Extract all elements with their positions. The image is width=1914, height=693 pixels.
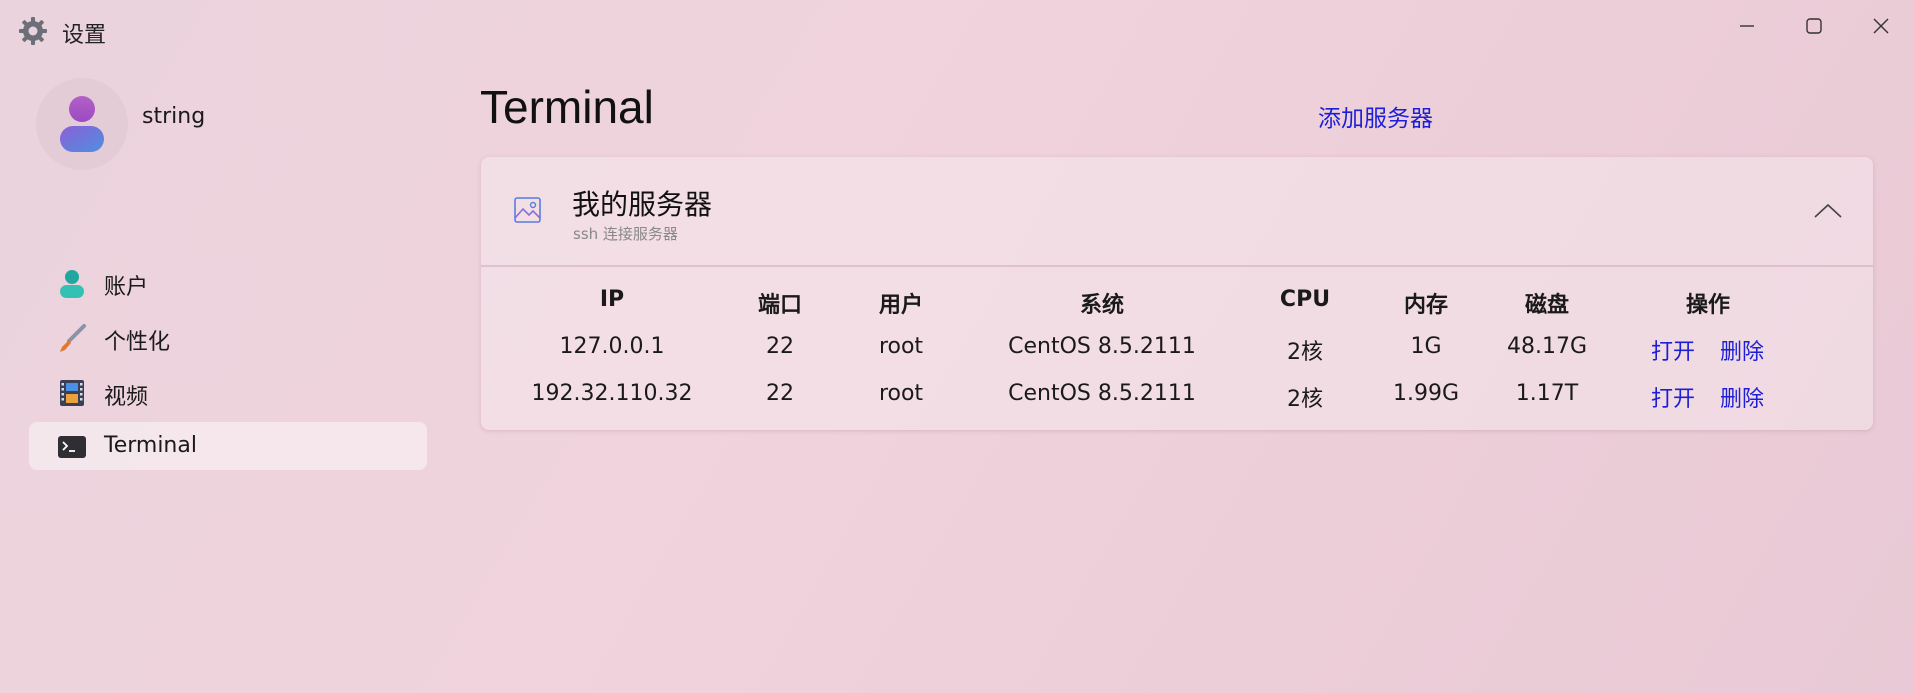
delete-link[interactable]: 删除 [1720,381,1764,413]
terminal-icon [57,432,87,462]
cell-os: CentOS 8.5.2111 [1008,334,1196,359]
open-link[interactable]: 打开 [1651,381,1695,413]
gear-icon [18,16,48,46]
maximize-button[interactable] [1786,8,1842,44]
sidebar-item-video[interactable]: 视频 [29,368,427,416]
column-header-user: 用户 [878,293,924,318]
cell-disk: 48.17G [1506,334,1588,359]
minimize-icon [1740,25,1754,27]
cell-memory: 1.99G [1392,381,1460,406]
column-header-port: 端口 [757,293,803,318]
sidebar-item-terminal[interactable]: Terminal [29,422,427,470]
title-bar: 设置 [0,0,1914,56]
maximize-icon [1806,18,1822,34]
delete-link[interactable]: 删除 [1720,334,1764,366]
column-header-ip: IP [599,287,625,312]
sidebar-item-label: Terminal [104,433,197,458]
card-title: 我的服务器 [572,188,713,221]
minimize-button[interactable] [1719,8,1775,44]
cell-cpu: 2核 [1287,340,1323,365]
close-icon [1873,18,1889,34]
person-icon [60,96,104,152]
column-header-cpu: CPU [1279,287,1331,312]
cell-port: 22 [766,334,794,359]
sidebar-item-label: 个性化 [104,330,171,355]
cell-os: CentOS 8.5.2111 [1008,381,1196,406]
cell-user: root [878,334,924,359]
chevron-up-icon[interactable] [1811,197,1845,225]
column-header-disk: 磁盘 [1524,293,1570,318]
add-server-link[interactable]: 添加服务器 [1318,99,1433,133]
username: string [142,104,206,129]
film-icon [57,378,87,408]
sidebar-item-label: 账户 [104,275,149,300]
card-subtitle: ssh 连接服务器 [573,225,678,243]
account-icon [57,268,87,298]
server-card: 我的服务器 ssh 连接服务器 IP 端口 用户 系统 CPU 内存 磁盘 操作… [481,157,1873,430]
cell-ip: 127.0.0.1 [559,334,665,359]
avatar[interactable] [36,78,128,170]
cell-memory: 1G [1410,334,1442,359]
column-header-memory: 内存 [1403,293,1449,318]
cell-cpu: 2核 [1287,387,1323,412]
cell-disk: 1.17T [1515,381,1579,406]
server-card-header[interactable]: 我的服务器 ssh 连接服务器 [481,157,1873,267]
brush-icon [57,323,87,353]
window-title: 设置 [62,23,107,48]
sidebar-item-account[interactable]: 账户 [29,258,427,306]
sidebar-item-label: 视频 [104,385,149,410]
page-title: Terminal [480,81,654,133]
cell-port: 22 [766,381,794,406]
sidebar-item-personalization[interactable]: 个性化 [29,313,427,361]
cell-user: root [878,381,924,406]
image-icon [513,195,543,225]
close-button[interactable] [1853,8,1909,44]
open-link[interactable]: 打开 [1651,334,1695,366]
column-header-actions: 操作 [1685,293,1731,318]
cell-ip: 192.32.110.32 [531,381,693,406]
column-header-os: 系统 [1079,293,1125,318]
